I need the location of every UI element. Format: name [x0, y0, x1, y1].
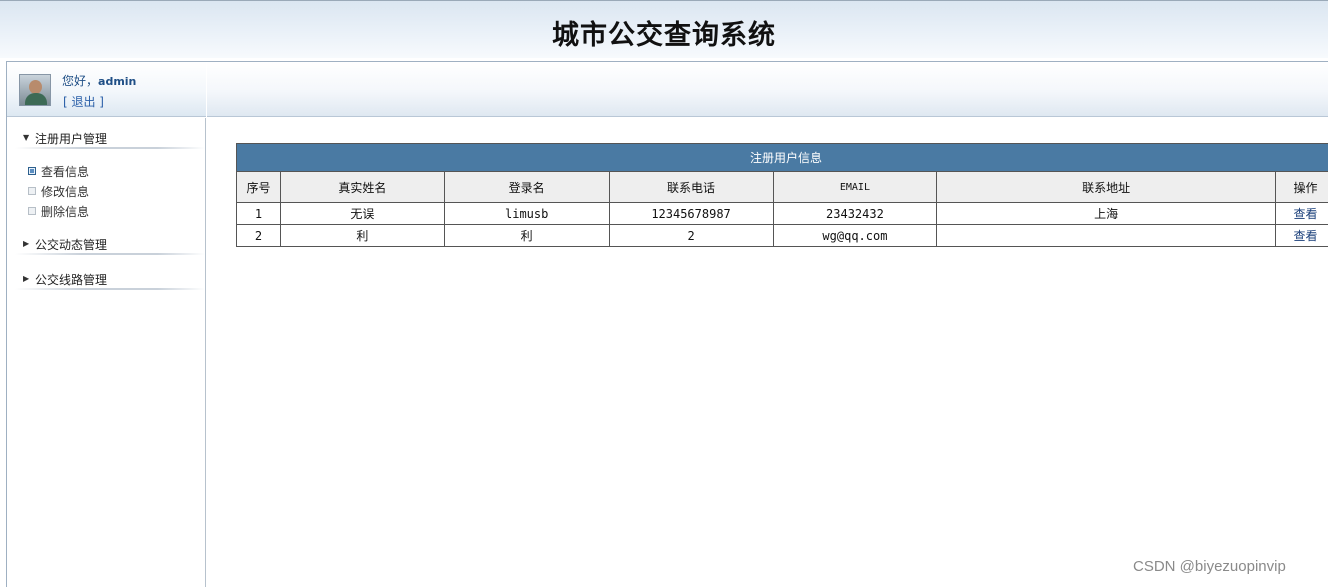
user-panel: 您好，admin [ 退出 ]: [7, 62, 206, 117]
watermark: CSDN @biyezuopinvip: [1133, 558, 1286, 575]
caret-right-icon: ▶: [23, 274, 30, 283]
menu-group-bus-news[interactable]: ▶ 公交动态管理: [7, 233, 205, 255]
avatar: [19, 74, 51, 106]
cell-email: 23432432: [772, 202, 938, 225]
column-header-real-name: 真实姓名: [279, 171, 445, 203]
table-title: 注册用户信息: [236, 143, 1328, 172]
table-row: 2 利 利 2 wg@qq.com 查看: [236, 224, 1328, 247]
menu-group-label: 注册用户管理: [35, 132, 108, 146]
menu-divider: [15, 288, 205, 290]
cell-address: 上海: [936, 202, 1276, 225]
sidebar: ▼ 注册用户管理 查看信息 修改信息 删除信息 ▶ 公交动态管理 ▶ 公交线路管…: [7, 118, 206, 587]
users-table: 注册用户信息 序号 真实姓名 登录名 联系电话 EMAIL 联系地址 操作 1 …: [236, 143, 1328, 247]
caret-down-icon: ▼: [23, 133, 30, 142]
app-title: 城市公交查询系统: [552, 20, 776, 51]
top-toolbar: [207, 62, 1328, 117]
table-row: 1 无误 limusb 12345678987 23432432 上海 查看: [236, 202, 1328, 225]
column-header-email: EMAIL: [772, 171, 938, 203]
column-header-phone: 联系电话: [608, 171, 774, 203]
cell-login-name: limusb: [443, 202, 610, 225]
cell-index: 1: [236, 202, 281, 225]
cell-email: wg@qq.com: [772, 224, 938, 247]
menu-group-label: 公交动态管理: [35, 238, 108, 252]
cell-address: [936, 224, 1276, 247]
square-bullet-icon: [28, 167, 36, 175]
column-header-login-name: 登录名: [443, 171, 610, 203]
cell-login-name: 利: [443, 224, 610, 247]
menu-item-label: 修改信息: [41, 185, 90, 199]
view-link[interactable]: 查看: [1293, 207, 1317, 221]
square-bullet-icon: [28, 187, 36, 195]
cell-action: 查看: [1274, 224, 1328, 247]
menu-group-label: 公交线路管理: [35, 273, 108, 287]
menu-divider: [15, 147, 205, 149]
column-header-action: 操作: [1274, 171, 1328, 203]
cell-phone: 12345678987: [608, 202, 774, 225]
cell-phone: 2: [608, 224, 774, 247]
menu-group-bus-routes[interactable]: ▶ 公交线路管理: [7, 268, 205, 290]
app-header: 城市公交查询系统: [0, 0, 1328, 58]
column-header-address: 联系地址: [936, 171, 1276, 203]
view-link[interactable]: 查看: [1293, 229, 1317, 243]
caret-right-icon: ▶: [23, 239, 30, 248]
menu-item-label: 查看信息: [41, 165, 90, 179]
square-bullet-icon: [28, 207, 36, 215]
logout-link[interactable]: [ 退出 ]: [63, 93, 104, 110]
menu-divider: [15, 253, 205, 255]
greeting: 您好，admin: [62, 72, 136, 89]
cell-real-name: 利: [279, 224, 445, 247]
menu-item-label: 删除信息: [41, 205, 90, 219]
table-header-row: 序号 真实姓名 登录名 联系电话 EMAIL 联系地址 操作: [236, 171, 1328, 203]
username: admin: [98, 75, 137, 88]
menu-group-user-management[interactable]: ▼ 注册用户管理: [7, 127, 205, 149]
cell-index: 2: [236, 224, 281, 247]
greeting-text: 您好，: [62, 74, 99, 88]
cell-real-name: 无误: [279, 202, 445, 225]
cell-action: 查看: [1274, 202, 1328, 225]
column-header-index: 序号: [236, 171, 281, 203]
